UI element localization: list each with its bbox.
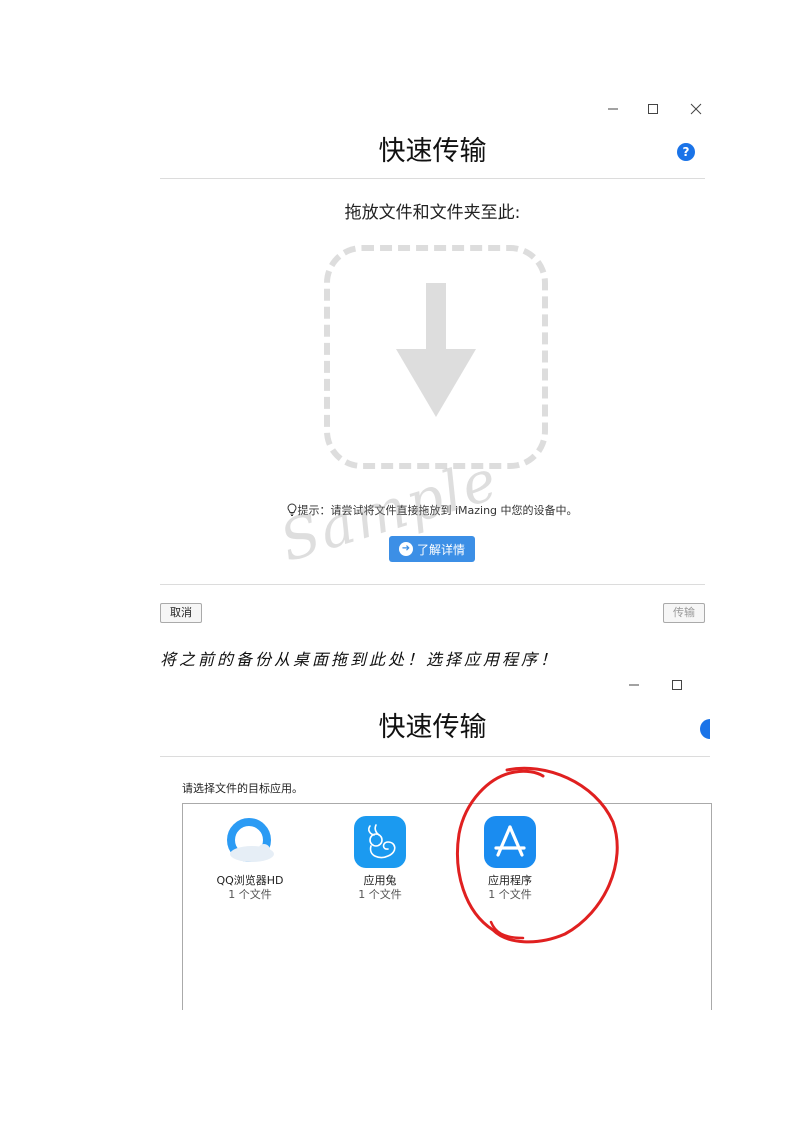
arrow-down-icon bbox=[396, 283, 476, 417]
footer-divider bbox=[160, 584, 705, 585]
select-app-prompt: 请选择文件的目标应用。 bbox=[182, 782, 303, 795]
minimize-icon bbox=[608, 108, 618, 110]
rabbit-icon bbox=[354, 816, 406, 868]
maximize-button[interactable] bbox=[643, 99, 663, 119]
app-name: 应用程序 bbox=[488, 874, 532, 887]
app-name: 应用兔 bbox=[363, 874, 397, 887]
page-title-2: 快速传输 bbox=[378, 712, 487, 743]
app-file-count: 1 个文件 bbox=[228, 888, 272, 901]
app-item-qq-browser[interactable]: QQ浏览器HD 1 个文件 bbox=[195, 816, 305, 902]
transfer-button[interactable]: 传输 bbox=[663, 603, 705, 623]
help-icon[interactable] bbox=[700, 719, 710, 739]
close-button[interactable] bbox=[686, 99, 706, 119]
app-file-count: 1 个文件 bbox=[488, 888, 532, 901]
app-item-rabbit[interactable]: 应用兔 1 个文件 bbox=[325, 816, 435, 902]
annotation-caption: 将之前的备份从桌面拖到此处！选择应用程序！ bbox=[160, 650, 560, 669]
help-icon[interactable]: ? bbox=[677, 143, 695, 161]
title-divider bbox=[160, 178, 705, 179]
learn-more-label: 了解详情 bbox=[416, 542, 465, 557]
app-store-icon bbox=[484, 816, 536, 868]
title-divider-2 bbox=[160, 756, 710, 757]
page-title: 快速传输 bbox=[378, 136, 487, 167]
app-name: QQ浏览器HD bbox=[216, 874, 284, 887]
app-list-panel: QQ浏览器HD 1 个文件 应用兔 1 个文件 应用程序 1 个文件 bbox=[182, 803, 712, 1010]
maximize-icon bbox=[648, 104, 658, 114]
drop-prompt: 拖放文件和文件夹至此: bbox=[344, 203, 521, 223]
cancel-button[interactable]: 取消 bbox=[160, 603, 202, 623]
drop-zone[interactable] bbox=[324, 245, 548, 469]
maximize-icon bbox=[672, 680, 682, 690]
minimize-button-2[interactable] bbox=[624, 675, 644, 695]
maximize-button-2[interactable] bbox=[667, 675, 687, 695]
app-item-app-store[interactable]: 应用程序 1 个文件 bbox=[455, 816, 565, 902]
minimize-icon bbox=[629, 684, 639, 686]
qq-browser-icon bbox=[224, 816, 276, 868]
close-icon bbox=[690, 103, 702, 115]
minimize-button[interactable] bbox=[603, 99, 623, 119]
arrow-right-icon: ➜ bbox=[398, 542, 413, 556]
app-file-count: 1 个文件 bbox=[358, 888, 402, 901]
